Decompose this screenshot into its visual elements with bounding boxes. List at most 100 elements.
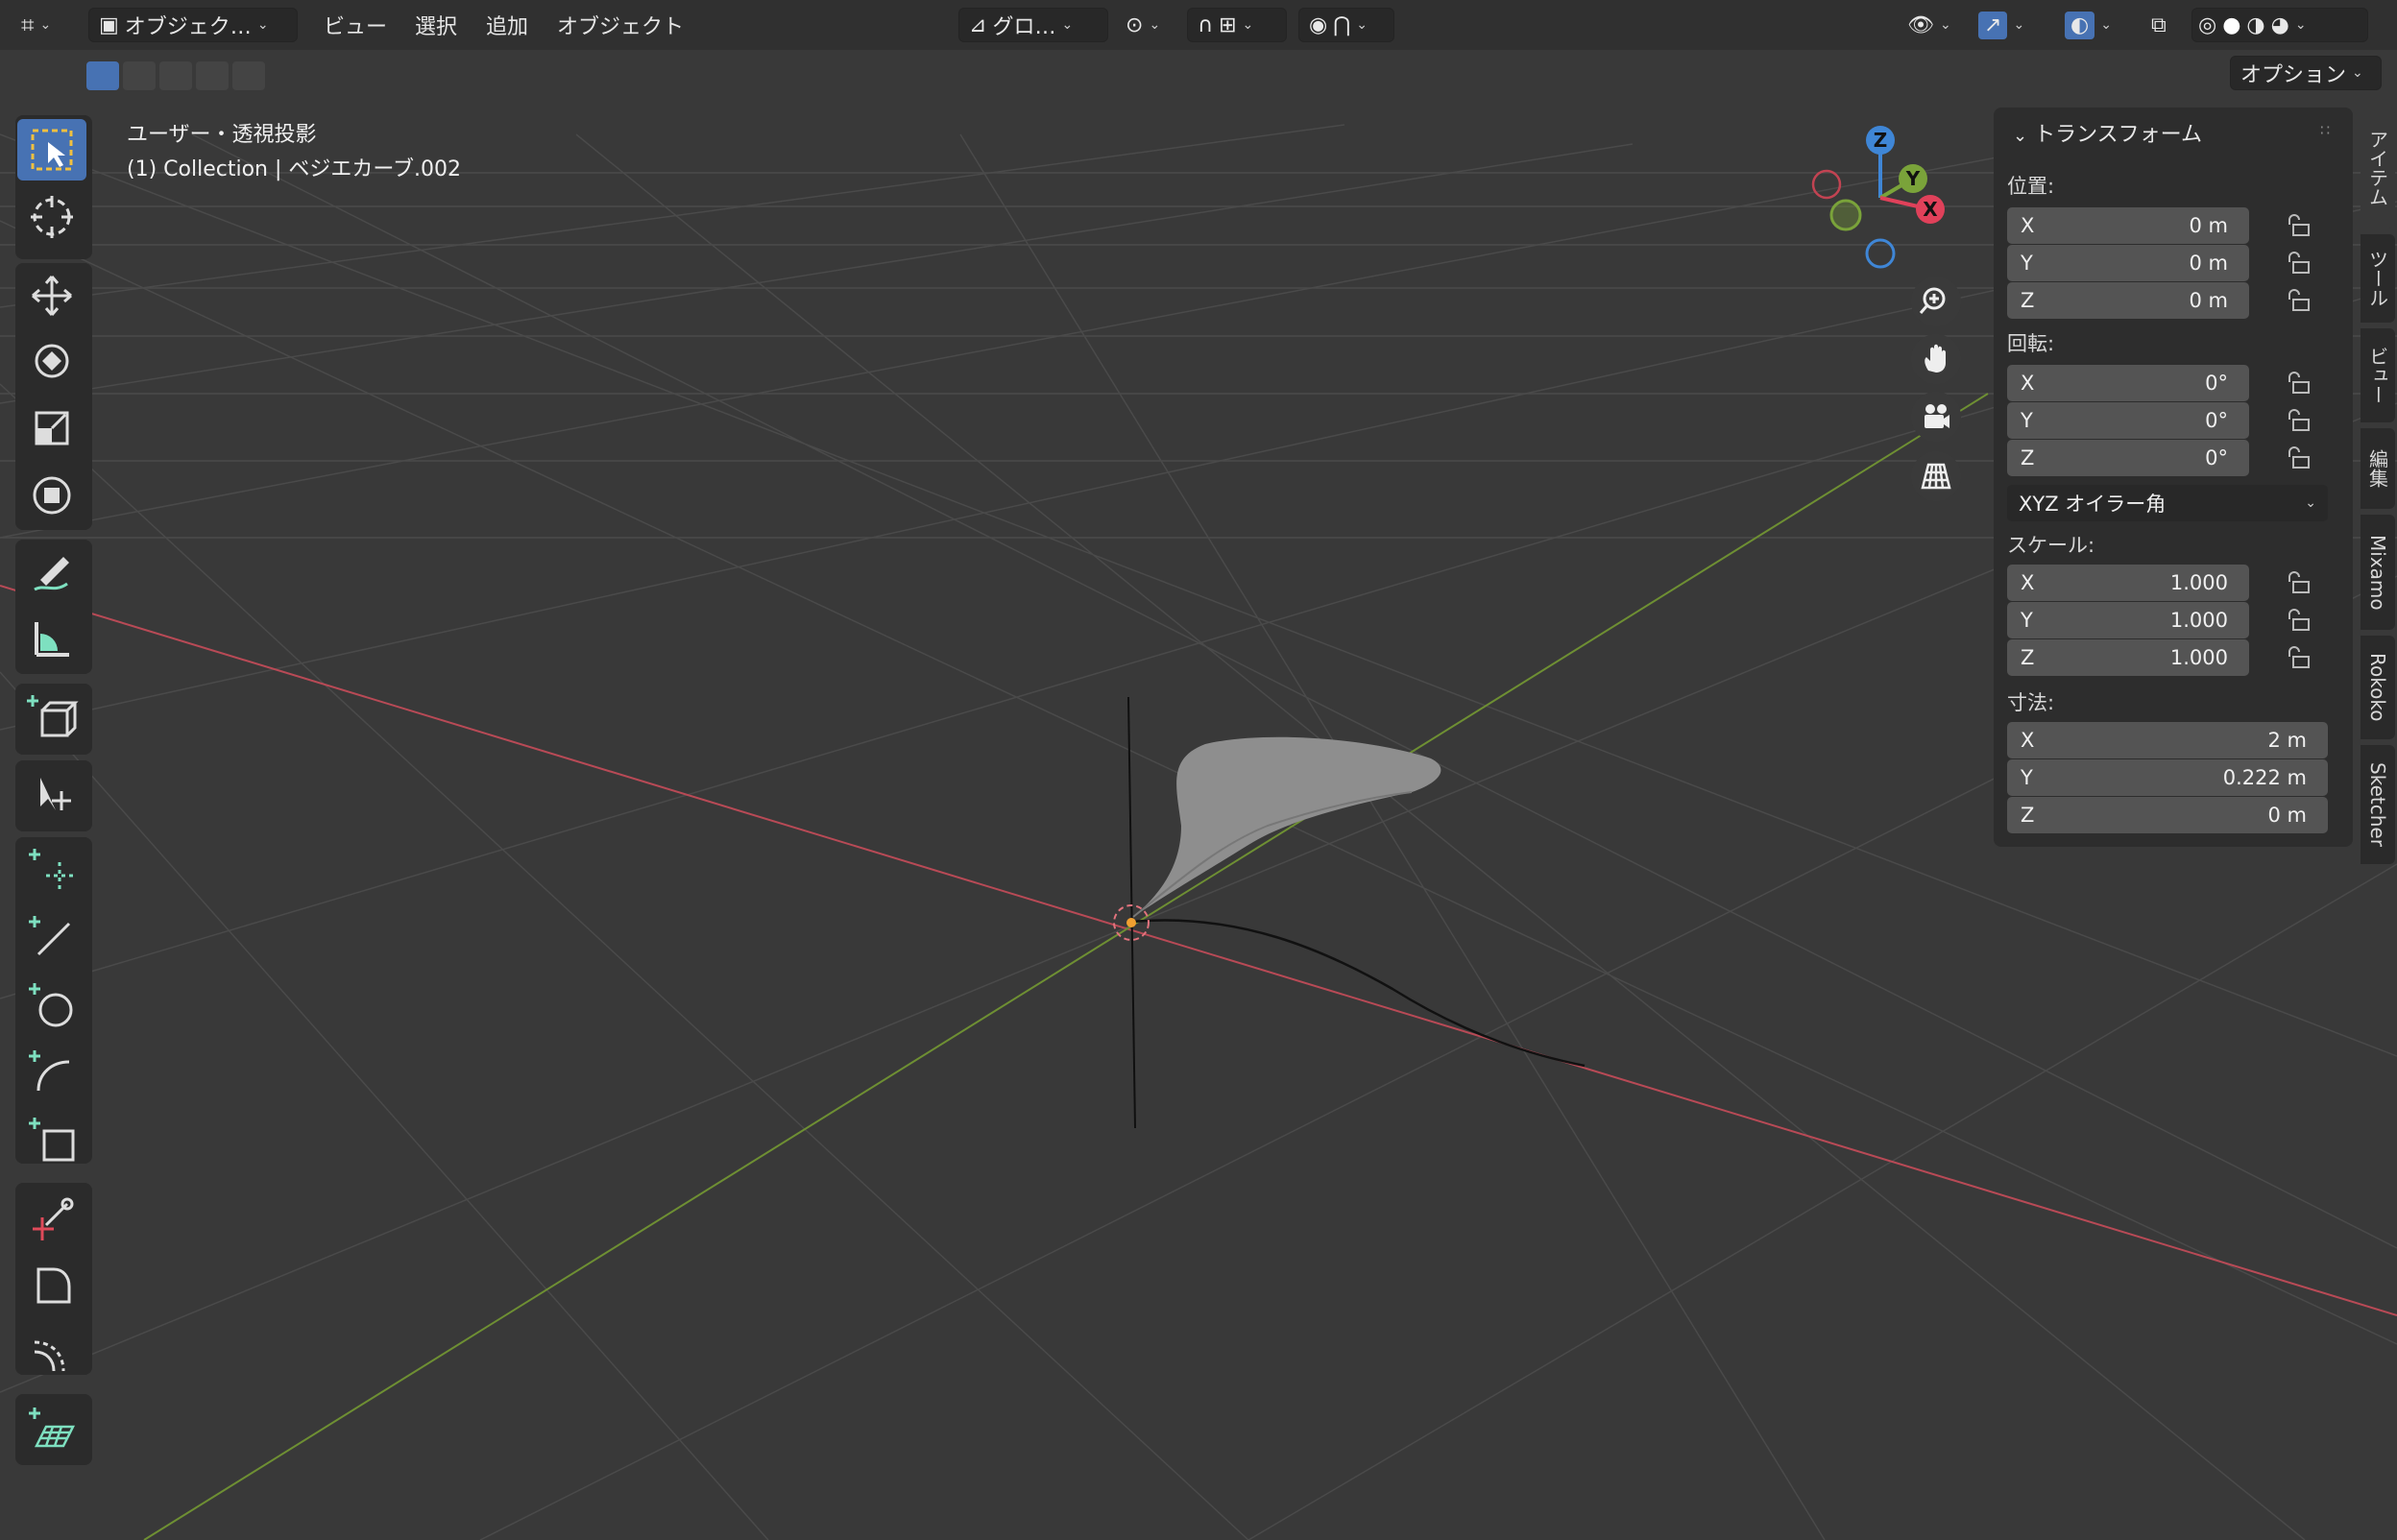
navigation-gizmo[interactable]: Z Y X [1805, 119, 1949, 282]
perspective-toggle-button[interactable] [1911, 451, 1961, 501]
tool-fillet[interactable] [17, 1254, 86, 1315]
material-shading-icon[interactable]: ◑ [2246, 13, 2264, 37]
menu-object[interactable]: オブジェクト [557, 8, 684, 42]
menu-view[interactable]: ビュー [324, 8, 387, 42]
viewport-header: ⌗ ⌄ ▣ オブジェク… ⌄ ビュー 選択 追加 オブジェクト ⊿ グロ… ⌄ ⊙… [0, 0, 2397, 50]
svg-text:Y: Y [1905, 167, 1921, 190]
tool-draw-arc[interactable] [17, 1041, 86, 1102]
rotation-z-field[interactable]: Z 0° [2007, 440, 2249, 476]
tab-edit[interactable]: 編集 [2361, 428, 2395, 509]
dimensions-x-field[interactable]: X2 m [2007, 722, 2328, 758]
menu-add[interactable]: 追加 [486, 8, 528, 42]
scale-y-field[interactable]: Y 1.000 [2007, 602, 2249, 638]
tool-transform[interactable] [17, 465, 86, 526]
gizmo-icon: ↗ [1978, 11, 2008, 39]
bezier-curve [1130, 919, 1586, 1068]
xray-icon: ⧉ [2151, 12, 2167, 37]
lock-rotation-x-icon[interactable] [2284, 369, 2312, 397]
tool-add-cube[interactable] [17, 687, 86, 749]
tool-add-grid[interactable] [17, 1398, 86, 1459]
rendered-shading-icon[interactable]: ◕ [2271, 13, 2289, 37]
tab-tool[interactable]: ツール [2361, 234, 2395, 323]
draw-arc-icon [29, 1050, 70, 1092]
tab-rokoko[interactable]: Rokoko [2361, 636, 2395, 739]
rotation-mode-dropdown[interactable]: XYZ オイラー角 ⌄ [2007, 485, 2328, 521]
chevron-down-icon: ⌄ [2013, 126, 2028, 146]
lock-location-y-icon[interactable] [2284, 249, 2312, 277]
add-cube-icon [27, 695, 79, 737]
rotation-y-field[interactable]: Y 0° [2007, 402, 2249, 439]
overlays-toggle[interactable]: ◐ ⌄ [2065, 8, 2112, 42]
select-mode-extend[interactable] [123, 61, 156, 90]
lock-rotation-z-icon[interactable] [2284, 444, 2312, 472]
location-label: 位置: [2007, 175, 2055, 198]
dimensions-y-field[interactable]: Y 0.222 m [2007, 759, 2328, 796]
gizmo-neg-x [1811, 169, 1842, 200]
xray-toggle[interactable]: ⧉ [2151, 8, 2167, 42]
object-vertical-line [1127, 696, 1136, 1129]
tool-extrude[interactable] [17, 1187, 86, 1248]
pan-button[interactable] [1911, 334, 1961, 384]
zoom-button[interactable] [1911, 277, 1961, 326]
lock-location-z-icon[interactable] [2284, 286, 2312, 315]
lock-scale-y-icon[interactable] [2284, 606, 2312, 635]
lock-rotation-y-icon[interactable] [2284, 406, 2312, 435]
lock-location-x-icon[interactable] [2284, 211, 2312, 240]
gizmo-toggle[interactable]: ↗ ⌄ [1978, 8, 2024, 42]
select-mode-invert[interactable] [196, 61, 229, 90]
magnet-icon: ∩ [1198, 12, 1214, 37]
transform-orientation-dropdown[interactable]: ⊿ グロ… ⌄ [958, 8, 1108, 42]
tool-select-box[interactable] [17, 119, 86, 180]
editor-type-button[interactable]: ⌗ ⌄ [21, 8, 51, 42]
tab-item[interactable]: アイテム [2361, 108, 2395, 229]
tool-tilt[interactable] [17, 764, 86, 826]
drag-handle-icon[interactable]: ∷ [2320, 121, 2330, 139]
chevron-down-icon: ⌄ [2305, 495, 2316, 511]
draw-rectangle-icon [29, 1118, 75, 1162]
pivot-point-button[interactable]: ⊙ ⌄ [1126, 8, 1160, 42]
tab-mixamo[interactable]: Mixamo [2361, 515, 2395, 630]
wireframe-shading-icon[interactable]: ◎ [2198, 13, 2216, 37]
mode-dropdown[interactable]: ▣ オブジェク… ⌄ [88, 8, 298, 42]
tool-scale[interactable] [17, 397, 86, 459]
zoom-icon [1919, 287, 1946, 314]
options-dropdown[interactable]: オプション ⌄ [2230, 56, 2382, 90]
grid-icon: ⌗ [21, 12, 35, 38]
transform-panel-header[interactable]: ⌄ トランスフォーム [2013, 117, 2202, 148]
camera-view-button[interactable] [1911, 392, 1961, 442]
hand-icon [1925, 344, 1946, 373]
tool-draw-rectangle[interactable] [17, 1108, 86, 1169]
lock-scale-z-icon[interactable] [2284, 643, 2312, 672]
snap-increment-icon: ⊞ [1219, 12, 1237, 37]
tool-cursor[interactable] [17, 186, 86, 248]
dimensions-z-field[interactable]: Z0 m [2007, 797, 2328, 833]
draw-point-icon [29, 849, 73, 889]
menu-select[interactable]: 選択 [415, 8, 457, 42]
location-x-field[interactable]: X0 m [2007, 207, 2249, 244]
select-mode-intersect[interactable] [232, 61, 265, 90]
tool-draw-line[interactable] [17, 906, 86, 968]
add-grid-icon [29, 1408, 76, 1448]
tool-measure[interactable] [17, 609, 86, 670]
snap-toggle[interactable]: ∩ ⊞ ⌄ [1187, 8, 1287, 42]
tool-rotate[interactable] [17, 330, 86, 392]
scale-z-field[interactable]: Z 1.000 [2007, 639, 2249, 676]
lock-scale-x-icon[interactable] [2284, 568, 2312, 597]
tool-draw-point[interactable] [17, 839, 86, 901]
shading-mode-group[interactable]: ◎ ● ◑ ◕ ⌄ [2191, 8, 2368, 42]
proportional-edit-toggle[interactable]: ◉ ⋂ ⌄ [1298, 8, 1394, 42]
tool-annotate[interactable] [17, 541, 86, 603]
location-y-field[interactable]: Y0 m [2007, 245, 2249, 281]
select-mode-new[interactable] [86, 61, 119, 90]
solid-shading-icon[interactable]: ● [2222, 13, 2240, 37]
tool-offset[interactable] [17, 1321, 86, 1383]
select-mode-subtract[interactable] [159, 61, 192, 90]
tab-sketcher[interactable]: Sketcher [2361, 745, 2395, 864]
visibility-button[interactable]: 👁 ⌄ [1907, 8, 1951, 42]
tool-move[interactable] [17, 265, 86, 326]
scale-x-field[interactable]: X 1.000 [2007, 565, 2249, 601]
tab-view[interactable]: ビュー [2361, 328, 2395, 422]
rotation-x-field[interactable]: X 0° [2007, 365, 2249, 401]
tool-draw-circle[interactable] [17, 974, 86, 1035]
location-z-field[interactable]: Z0 m [2007, 282, 2249, 319]
